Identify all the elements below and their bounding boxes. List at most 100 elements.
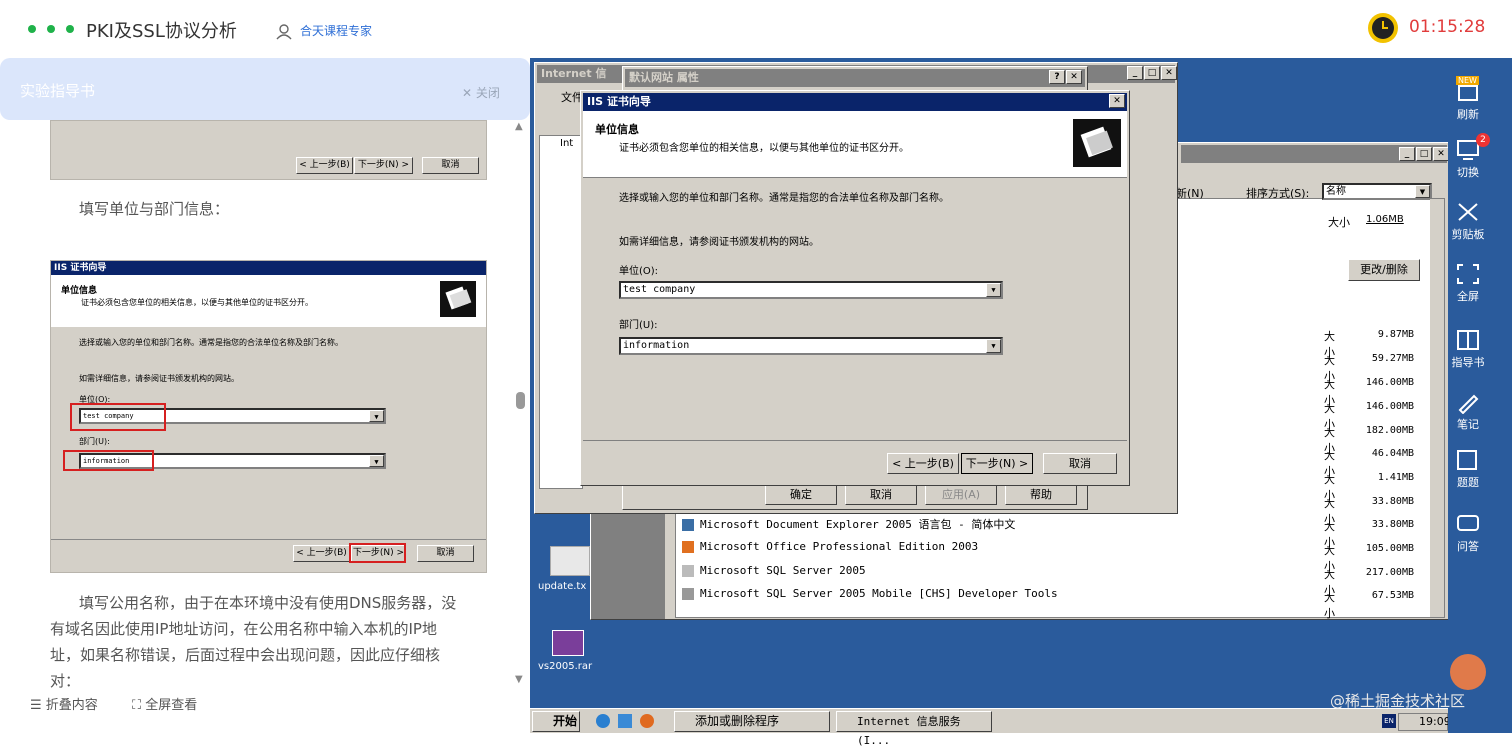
cancel-button[interactable]: 取消 [1043,453,1117,474]
size-value: 146.00MB [1365,377,1414,388]
taskbar: 开始 添加或删除程序 Internet 信息服务 (I... 19:09 EN [530,708,1451,747]
course-expert-link[interactable]: 合天课程专家 [276,22,372,40]
clipboard-button[interactable]: 剪贴板 [1448,200,1488,242]
ie-icon[interactable] [596,714,610,728]
guide-button[interactable]: 指导书 [1448,328,1488,370]
help-button[interactable]: 帮助 [1005,485,1077,505]
guide-paragraph: 对： [50,672,81,690]
wizard-detail: 如需详细信息，请参阅证书颁发机构的网站。 [619,237,819,248]
right-toolbar: NEW 刷新 2 切换 剪贴板 全屏 指导书 笔记 题题 问答 [1448,58,1512,733]
minimize-button[interactable]: _ [1127,66,1143,80]
guide-tab-label: 实验指导书 [20,82,96,100]
program-item[interactable]: Microsoft Office Professional Edition 20… [682,540,978,553]
apply-button[interactable]: 应用(A) [925,485,997,505]
user-icon [276,23,292,39]
notes-button[interactable]: 笔记 [1448,390,1488,432]
maximize-button[interactable]: □ [1416,147,1432,161]
scroll-down-arrow[interactable]: ▼ [515,674,523,685]
change-remove-button[interactable]: 更改/删除 [1348,259,1420,281]
maximize-button[interactable]: □ [1144,66,1160,80]
size-value: 1.06MB [1366,214,1404,225]
scrollbar[interactable] [1430,199,1444,617]
taskbar-item-iis[interactable]: Internet 信息服务 (I... [836,711,992,747]
guide-panel: < 上一步(B) 下一步(N) > 取消 填写单位与部门信息： IIS 证书向导… [0,58,530,733]
watermark: @稀土掘金技术社区 [1330,692,1466,710]
guide-close-button[interactable]: ✕ 关闭 [462,84,500,101]
refresh-button[interactable]: NEW 刷新 [1448,76,1488,122]
dept-label: 部门(U): [79,437,110,446]
tree-item[interactable]: Int [560,138,573,149]
language-indicator[interactable]: EN [1382,714,1396,728]
dropdown-arrow-icon[interactable]: ▼ [986,339,1001,353]
quicklaunch-icon[interactable] [618,714,632,728]
expand-icon: ⛶ [131,698,142,713]
wizard-instr: 选择或输入您的单位和部门名称。通常是指您的合法单位名称及部门名称。 [619,193,949,204]
wizard-desc: 证书必须包含您单位的相关信息，以便与其他单位的证书区分开。 [81,298,313,307]
guide-tab[interactable]: 实验指导书 ✕ 关闭 [0,58,530,120]
highlight-box [349,543,406,563]
sort-label: 排序方式(S): [1246,187,1310,200]
archive-icon[interactable] [552,630,584,656]
size-value: 1.41MB [1377,472,1414,483]
fullscreen-button[interactable]: 全屏 [1448,262,1488,304]
size-value: 59.27MB [1371,353,1414,364]
remote-desktop[interactable]: update.tx vs2005.rar _ □ ✕ 新(N) 排序方式(S):… [530,58,1448,733]
program-item[interactable]: Microsoft SQL Server 2005 Mobile [CHS] D… [682,587,1058,600]
dept-input[interactable]: information ▼ [619,337,1003,355]
guide-paragraph: 有域名因此使用IP地址访问，在公用名称中输入本机的IP地 [50,620,437,638]
wrench-icon[interactable] [1450,654,1486,690]
iis-certificate-wizard[interactable]: IIS 证书向导 ✕ 单位信息 证书必须包含您单位的相关信息，以便与其他单位的证… [580,90,1130,486]
switch-button[interactable]: 2 切换 [1448,133,1490,180]
top-header: PKI及SSL协议分析 合天课程专家 01:15:28 [0,0,1512,58]
taskbar-item-add-remove[interactable]: 添加或删除程序 [674,711,830,732]
countdown-timer: 01:15:28 [1409,17,1486,37]
close-button[interactable]: ✕ [1161,66,1177,80]
quiz-button[interactable]: 题题 [1448,448,1488,490]
close-button[interactable]: ✕ [1433,147,1448,161]
firefox-icon[interactable] [640,714,654,728]
collapse-button[interactable]: ☰ 折叠内容 [30,698,98,713]
dropdown-arrow-icon[interactable]: ▼ [986,283,1001,297]
text-file-icon[interactable] [550,546,590,576]
wizard-detail: 如需详细信息，请参阅证书颁发机构的网站。 [79,374,239,383]
sort-select[interactable]: 名称 ▼ [1322,183,1432,200]
wizard-instr: 选择或输入您的单位和部门名称。通常是指您的合法单位名称及部门名称。 [79,338,343,347]
close-button[interactable]: ✕ [1066,70,1082,84]
cancel-button: 取消 [417,545,474,562]
back-button: < 上一步(B) [296,157,353,174]
scrollbar-thumb[interactable] [516,392,525,409]
tree-pane[interactable]: Int [539,135,583,489]
clock-icon [1368,13,1398,43]
fullscreen-view-button[interactable]: ⛶ 全屏查看 [132,698,197,713]
help-icon[interactable]: ? [1049,70,1065,84]
minimize-button[interactable]: _ [1399,147,1415,161]
size-label: 大小 [1328,216,1350,229]
wizard-heading: 单位信息 [61,286,98,296]
size-value: 67.53MB [1371,590,1414,601]
back-button[interactable]: < 上一步(B) [887,453,959,474]
next-button[interactable]: 下一步(N) > [961,453,1033,474]
certificate-icon [1073,119,1121,167]
status-dot [28,25,36,33]
fullscreen-icon [1457,264,1479,284]
guide-screenshot-wizard: IIS 证书向导 单位信息 证书必须包含您单位的相关信息，以便与其他单位的证书区… [50,260,487,573]
guide-screenshot-top: < 上一步(B) 下一步(N) > 取消 [50,120,487,180]
program-item[interactable]: Microsoft SQL Server 2005 [682,564,866,577]
certificate-icon [440,281,476,317]
course-title: PKI及SSL协议分析 [86,21,237,42]
program-item[interactable]: Microsoft Document Explorer 2005 语言包 - 简… [682,516,1015,532]
ok-button[interactable]: 确定 [765,485,837,505]
org-input[interactable]: test company ▼ [619,281,1003,299]
close-icon: ✕ [462,86,473,100]
pencil-icon [1458,394,1479,414]
size-value: 182.00MB [1365,425,1414,436]
close-button[interactable]: ✕ [1109,94,1125,108]
qa-button[interactable]: 问答 [1448,512,1488,554]
highlight-box [70,403,166,431]
start-button[interactable]: 开始 [532,711,580,732]
desktop-icon-label[interactable]: vs2005.rar [538,661,592,672]
size-value: 9.87MB [1377,329,1414,340]
scroll-up-arrow[interactable]: ▲ [515,121,523,132]
cancel-button[interactable]: 取消 [845,485,917,505]
desktop-icon-label[interactable]: update.tx [538,581,586,592]
